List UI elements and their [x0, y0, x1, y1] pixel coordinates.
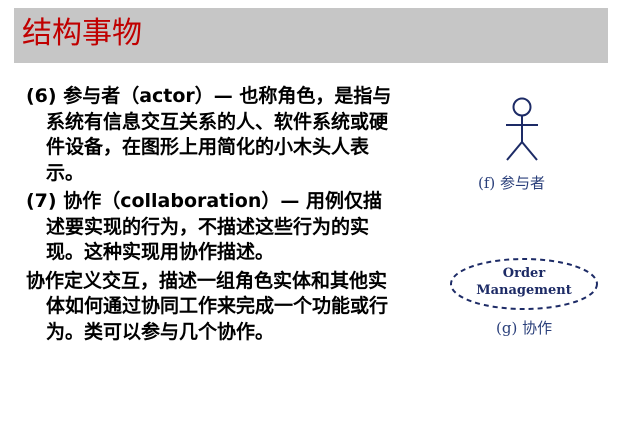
actor-stick-figure-icon: [506, 97, 538, 161]
collaboration-label-line1: Order: [502, 266, 546, 281]
actor-caption: (f) 参与者: [478, 174, 546, 192]
title-bar: 结构事物: [14, 8, 608, 63]
collaboration-label-line2: Management: [476, 283, 572, 298]
actor-right-leg: [521, 141, 538, 161]
collaboration-caption: (g) 协作: [496, 319, 553, 337]
slide-title: 结构事物: [22, 16, 142, 51]
body-text: (6) 参与者（actor）— 也称角色，是指与系统有信息交互关系的人、软件系统…: [26, 84, 398, 345]
actor-head: [512, 97, 532, 117]
paragraph-actor: (6) 参与者（actor）— 也称角色，是指与系统有信息交互关系的人、软件系统…: [26, 85, 392, 184]
paragraph-collaboration: (7) 协作（collaboration）— 用例仅描述要实现的行为，不描述这些…: [26, 190, 382, 263]
actor-left-leg: [506, 141, 523, 161]
paragraph-collaboration-definition: 协作定义交互，描述一组角色实体和其他实体如何通过协同工作来完成一个功能或行为。类…: [26, 269, 389, 343]
